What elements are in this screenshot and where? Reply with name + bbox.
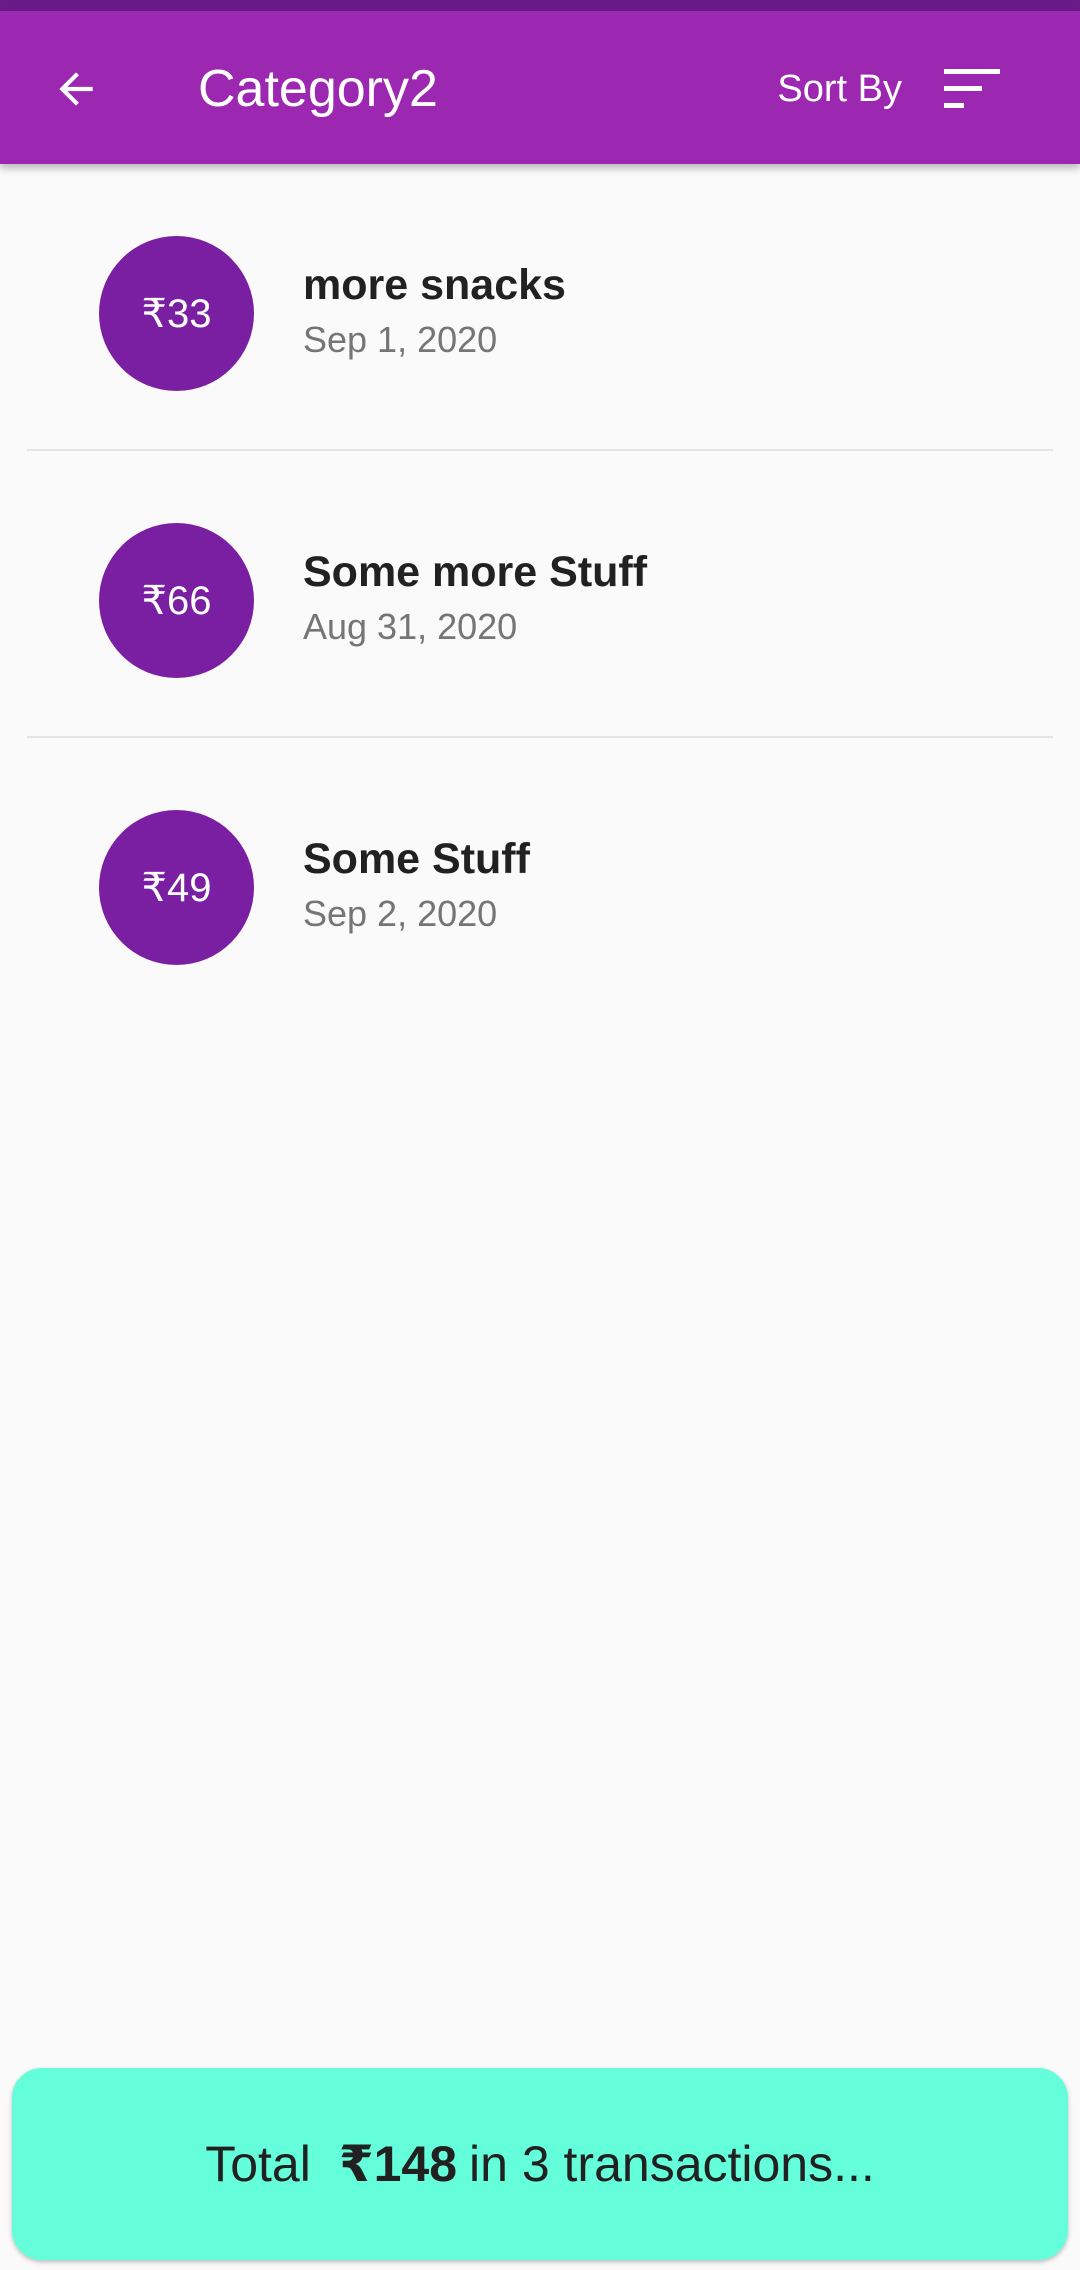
- transaction-title: Some more Stuff: [303, 548, 648, 596]
- amount-avatar: ₹66: [99, 523, 254, 678]
- total-suffix: in 3 transactions...: [469, 2136, 875, 2192]
- amount-avatar: ₹49: [99, 810, 254, 965]
- sort-button[interactable]: Sort By: [777, 47, 1000, 131]
- transaction-text: Some Stuff Sep 2, 2020: [303, 834, 530, 936]
- sort-icon: [944, 69, 1000, 108]
- transaction-date: Sep 1, 2020: [303, 319, 498, 360]
- arrow-back-icon: [59, 72, 93, 106]
- app-bar: Category2 Sort By: [0, 11, 1080, 164]
- transaction-title: Some Stuff: [303, 835, 530, 883]
- page-title: Category2: [198, 60, 438, 118]
- total-amount: ₹148: [338, 2136, 458, 2192]
- transaction-list: ₹33 more snacks Sep 1, 2020 ₹66 Some mor…: [0, 164, 1080, 1023]
- status-bar: [0, 0, 1080, 11]
- transaction-text: Some more Stuff Aug 31, 2020: [303, 547, 647, 649]
- back-button[interactable]: [34, 47, 118, 131]
- transaction-text: more snacks Sep 1, 2020: [303, 260, 566, 362]
- transaction-item[interactable]: ₹33 more snacks Sep 1, 2020: [0, 164, 1080, 449]
- sort-label: Sort By: [777, 67, 902, 110]
- total-prefix: Total: [205, 2136, 311, 2192]
- transaction-title: more snacks: [303, 261, 566, 309]
- transaction-date: Aug 31, 2020: [303, 606, 518, 647]
- amount-avatar: ₹33: [99, 236, 254, 391]
- total-summary-bar[interactable]: Total ₹148 in 3 transactions...: [12, 2068, 1068, 2260]
- transaction-date: Sep 2, 2020: [303, 893, 498, 934]
- transaction-item[interactable]: ₹66 Some more Stuff Aug 31, 2020: [27, 449, 1053, 736]
- transaction-item[interactable]: ₹49 Some Stuff Sep 2, 2020: [27, 736, 1053, 1023]
